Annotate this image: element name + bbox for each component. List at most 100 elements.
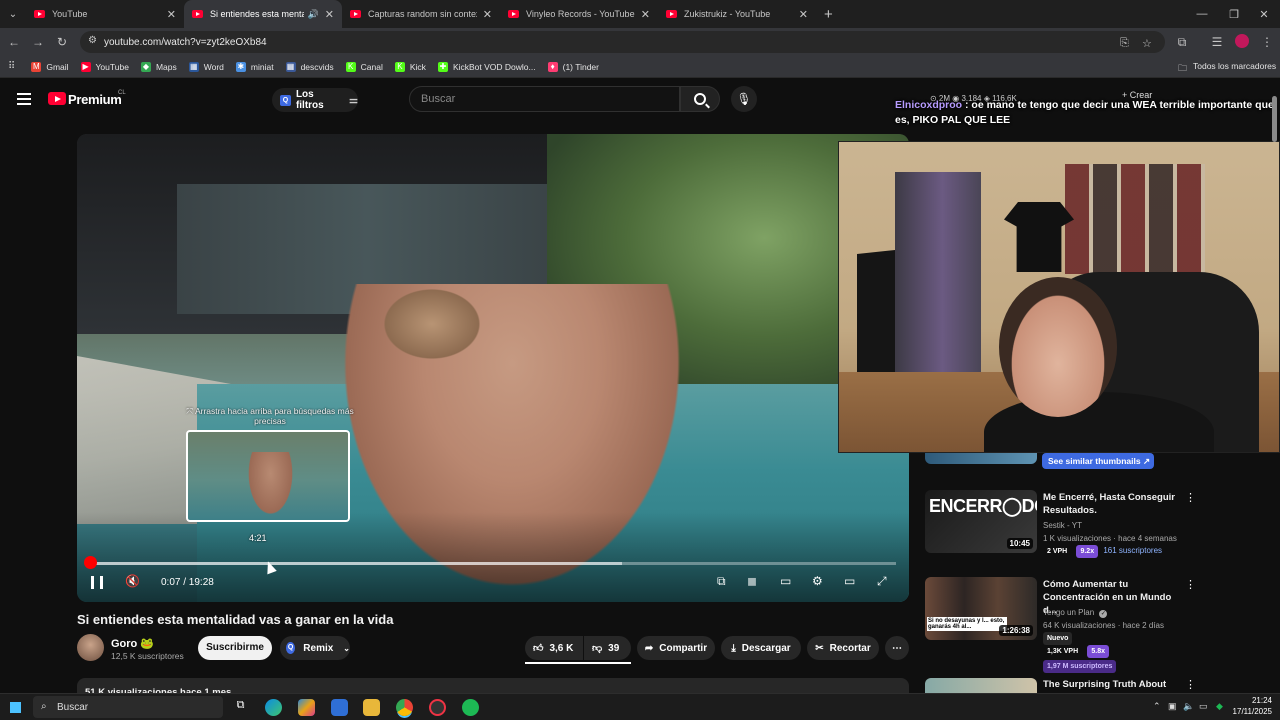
rec-channel[interactable]: Sestik - YT <box>1043 520 1193 531</box>
minimize-icon[interactable]: — <box>1186 0 1218 28</box>
search-input[interactable]: Buscar <box>409 86 680 112</box>
copilot-icon[interactable] <box>298 699 315 716</box>
network-icon[interactable]: ▭ <box>1199 701 1208 712</box>
back-icon[interactable]: ← <box>2 35 26 49</box>
edge-icon[interactable] <box>265 699 282 716</box>
progress-bar[interactable] <box>90 562 896 565</box>
bookmark-descvids[interactable]: ▦ descvids <box>285 61 334 72</box>
restore-icon[interactable]: ❐ <box>1218 0 1250 28</box>
extensions-icon[interactable]: ⧉ <box>1170 35 1194 50</box>
rec-thumbnail[interactable] <box>925 678 1037 693</box>
profile-avatar[interactable] <box>1235 34 1249 48</box>
bookmark-canal[interactable]: K Canal <box>345 61 383 72</box>
rec-channel[interactable]: Tengo un Plan <box>1043 608 1094 617</box>
see-similar-label: See similar thumbnails ↗ <box>1048 455 1151 466</box>
bookmark-favicon-icon: K <box>345 61 356 72</box>
all-bookmarks-link[interactable]: Todos los marcadores <box>1193 61 1276 71</box>
fullscreen-icon[interactable]: ⤢ <box>877 574 887 589</box>
dislike-button[interactable]: 👎︎ 39 <box>584 636 631 660</box>
bookmark-kick[interactable]: K Kick <box>394 61 426 72</box>
reload-icon[interactable]: ↻ <box>50 35 74 49</box>
file-explorer-icon[interactable] <box>363 699 380 716</box>
close-window-icon[interactable]: ✕ <box>1248 0 1280 28</box>
task-view-icon[interactable]: ⧉ <box>232 699 249 716</box>
tab-vinyleo[interactable]: Vinyleo Records - YouTube ✕ <box>500 0 658 28</box>
chrome-icon[interactable] <box>396 699 413 716</box>
settings-gear-icon[interactable]: ⚙ <box>812 574 823 588</box>
windows-start-icon[interactable] <box>10 702 21 713</box>
menu-icon[interactable] <box>17 93 31 105</box>
clock-time: 21:24 <box>1251 696 1272 705</box>
page-scrollbar[interactable] <box>1272 96 1277 142</box>
filters-button[interactable]: Q Los filtros ⚌ <box>272 88 358 112</box>
bookmark-miniat[interactable]: ✱ miniat <box>235 61 274 72</box>
bookmark-1-tinder[interactable]: ♦ (1) Tinder <box>547 61 599 72</box>
site-info-icon[interactable]: ⚙ <box>88 35 97 46</box>
premium-wordmark[interactable]: Premium <box>68 92 122 107</box>
bookmark-word[interactable]: ▦ Word <box>188 61 224 72</box>
close-tab-icon[interactable]: ✕ <box>167 8 176 21</box>
rec-thumbnail[interactable]: Si no desayunas y l... esto, ganarás 4h … <box>925 577 1037 640</box>
tab-zukistrukiz[interactable]: Zukistrukiz - YouTube ✕ <box>658 0 816 28</box>
rec-thumbnail-partial[interactable] <box>925 453 1037 464</box>
forward-icon[interactable]: → <box>26 35 50 49</box>
like-button[interactable]: 👍︎ 3,6 K <box>525 636 583 660</box>
scrubber-handle[interactable] <box>84 556 97 569</box>
close-tab-icon[interactable]: ✕ <box>799 8 808 21</box>
taskbar-clock[interactable]: 21:24 17/11/2025 <box>1230 695 1272 717</box>
close-tab-icon[interactable]: ✕ <box>641 8 650 21</box>
store-icon[interactable] <box>331 699 348 716</box>
rec-title[interactable]: Me Encerré, Hasta Conseguir Resultados. <box>1043 491 1178 517</box>
pause-icon[interactable] <box>91 576 103 589</box>
channel-name[interactable]: Goro 🐸 <box>111 637 154 650</box>
bookmark-kickbot-vod-dowlo[interactable]: ✚ KickBot VOD Dowlo... <box>437 61 536 72</box>
address-bar[interactable]: ⚙ youtube.com/watch?v=zyt2keOXb84 ⎘ ☆ <box>80 31 1165 53</box>
volume-icon[interactable]: 🔈 <box>1183 701 1194 712</box>
remix-button[interactable]: Q Remix ⌄ <box>280 636 350 660</box>
bookmark-maps[interactable]: ◆ Maps <box>140 61 177 72</box>
speaker-icon[interactable]: 🔊 <box>308 9 319 20</box>
tab-youtube[interactable]: YouTube ✕ <box>26 0 184 28</box>
rec-more-icon[interactable]: ⋮ <box>1185 578 1196 591</box>
rec-thumbnail[interactable]: ENCERR◯DO 10:45 <box>925 490 1037 553</box>
youtube-logo-icon[interactable] <box>48 92 66 105</box>
taskbar-search[interactable]: ⌕ Buscar <box>33 696 223 718</box>
tab-search-menu[interactable]: ⌄ <box>0 0 26 28</box>
rec-title[interactable]: The Surprising Truth About <box>1043 678 1178 691</box>
tab-search-icon[interactable]: ☰ <box>1205 35 1229 49</box>
tab-capturas[interactable]: Capturas random sin contexto ✕ <box>342 0 500 28</box>
voice-search-button[interactable]: 🎙 <box>731 86 757 112</box>
more-actions-button[interactable]: ⋯ <box>885 636 909 660</box>
bookmark-gmail[interactable]: M Gmail <box>31 61 69 72</box>
autoplay-toggle-icon[interactable]: ◼ <box>747 574 757 588</box>
close-tab-icon[interactable]: ✕ <box>483 8 492 21</box>
search-button[interactable] <box>680 86 720 112</box>
bookmark-label: Maps <box>155 61 177 72</box>
see-similar-thumbnails-button[interactable]: See similar thumbnails ↗ <box>1042 453 1154 469</box>
download-button[interactable]: ⤓ Descargar <box>721 636 801 660</box>
bookmark-star-icon[interactable]: ☆ <box>1142 37 1152 50</box>
new-tab-icon[interactable]: + <box>824 6 833 23</box>
clip-button[interactable]: ✂ Recortar <box>807 636 879 660</box>
miniplayer-icon[interactable]: ⧉ <box>717 574 726 589</box>
video-player[interactable]: ⤧ Arrastra hacia arriba para búsquedas m… <box>77 134 909 602</box>
bookmark-youtube[interactable]: ▶ YouTube <box>80 61 129 72</box>
subtitles-icon[interactable]: ▭ <box>780 574 791 588</box>
rec-more-icon[interactable]: ⋮ <box>1185 678 1196 691</box>
rec-more-icon[interactable]: ⋮ <box>1185 491 1196 504</box>
kebab-menu-icon[interactable]: ⋮ <box>1255 35 1279 49</box>
close-tab-icon[interactable]: ✕ <box>325 8 334 21</box>
spotify-icon[interactable] <box>462 699 479 716</box>
theater-mode-icon[interactable]: ▭ <box>844 574 855 588</box>
tab-si-entiendes[interactable]: Si entiendes esta mentalidad 🔊 ✕ <box>184 0 342 28</box>
apps-grid-icon[interactable]: ⠿ <box>8 61 15 72</box>
muted-volume-icon[interactable]: 🔇 <box>125 574 140 588</box>
share-button[interactable]: ➦ Compartir <box>637 636 715 660</box>
tray-app-icon[interactable]: ▣ <box>1168 701 1177 712</box>
tray-chevron-icon[interactable]: ⌃ <box>1153 701 1161 712</box>
subscribe-button[interactable]: Suscribirme <box>198 636 272 660</box>
tray-green-icon[interactable]: ◆ <box>1216 701 1223 712</box>
obs-icon[interactable] <box>429 699 446 716</box>
channel-avatar[interactable] <box>77 634 104 661</box>
install-app-icon[interactable]: ⎘ <box>1120 37 1129 50</box>
